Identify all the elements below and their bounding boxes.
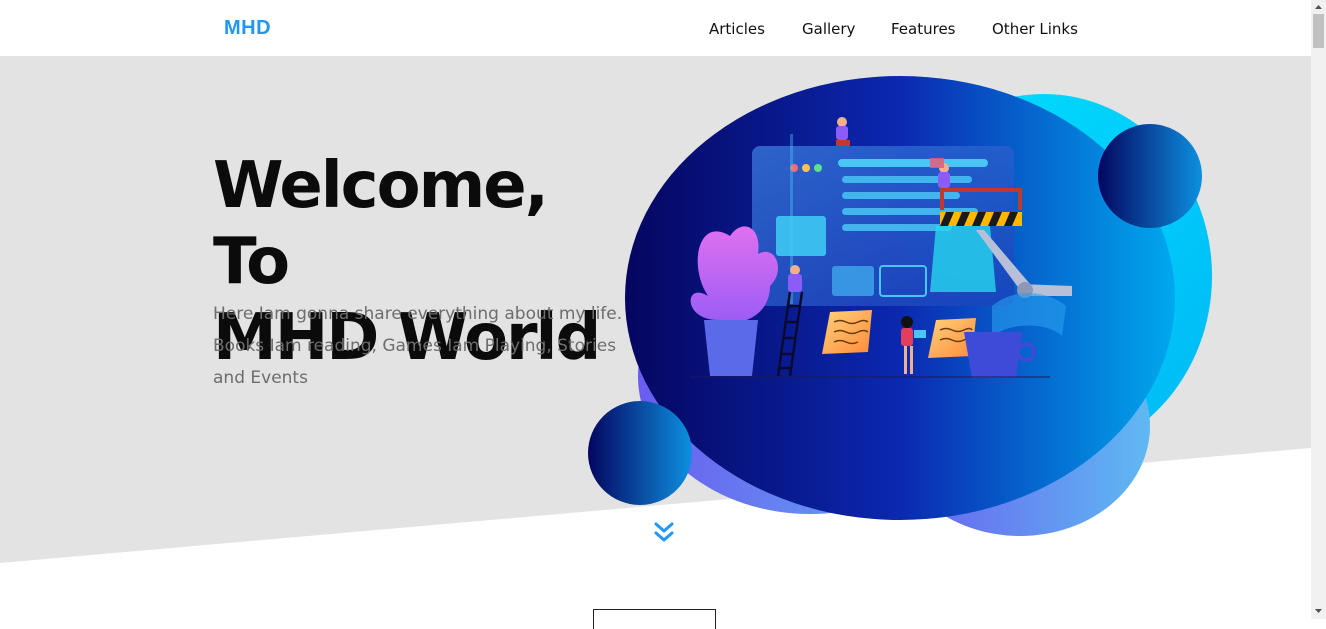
nav-link-gallery[interactable]: Gallery (802, 20, 855, 38)
hero-title-line-1: Welcome, To (213, 149, 549, 299)
scrollbar-thumb[interactable] (1313, 14, 1324, 48)
hero-section: Welcome, To MHD World Here Iam gonna sha… (0, 56, 1311, 566)
nav-link-articles[interactable]: Articles (709, 20, 765, 38)
main-nav: Articles Gallery Features Other Links (0, 20, 1311, 40)
scroll-down-arrow-icon[interactable] (1311, 604, 1326, 618)
site-header: MHD Articles Gallery Features Other Link… (0, 0, 1311, 56)
nav-link-other-links[interactable]: Other Links (992, 20, 1078, 38)
section-outline-button[interactable] (593, 609, 716, 629)
scroll-up-arrow-icon[interactable] (1311, 0, 1326, 14)
hero-illustration (588, 76, 1212, 536)
page-scrollbar[interactable] (1311, 0, 1326, 619)
nav-link-features[interactable]: Features (891, 20, 956, 38)
hero-subtitle: Here Iam gonna share everything about my… (213, 304, 623, 388)
double-chevron-down-icon[interactable] (652, 520, 676, 546)
